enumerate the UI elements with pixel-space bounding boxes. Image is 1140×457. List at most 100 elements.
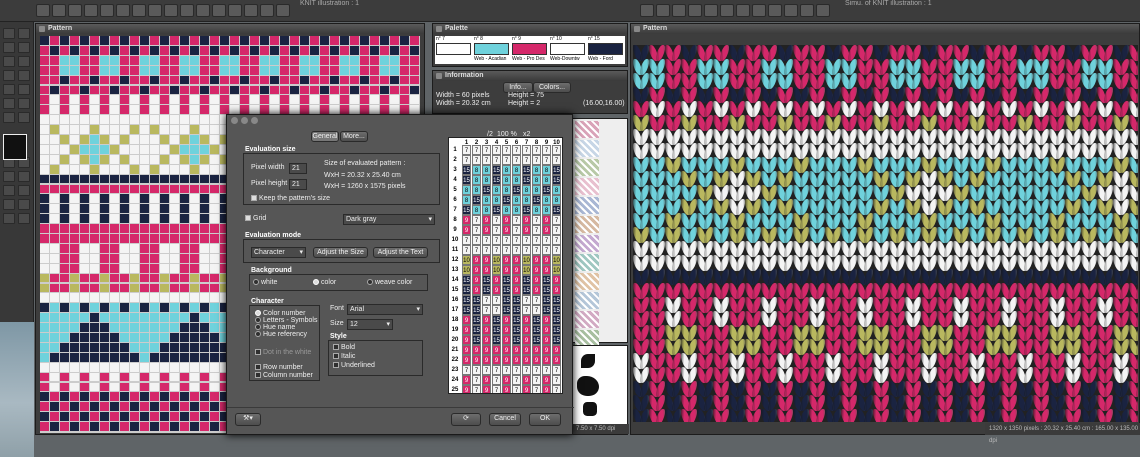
tab-more[interactable]: More... xyxy=(340,131,368,142)
pattern-cell[interactable] xyxy=(40,115,49,125)
pattern-cell[interactable] xyxy=(40,352,49,362)
mode-select[interactable]: Character ▾ xyxy=(251,247,306,258)
pattern-cell[interactable] xyxy=(320,45,329,55)
tool-icon[interactable] xyxy=(18,28,30,39)
pattern-cell[interactable] xyxy=(50,342,59,352)
pattern-cell[interactable] xyxy=(200,75,209,85)
pattern-cell[interactable] xyxy=(160,125,169,134)
pattern-cell[interactable] xyxy=(190,342,199,352)
tool-icon[interactable] xyxy=(18,199,30,210)
pattern-cell[interactable] xyxy=(50,352,59,362)
pattern-cell[interactable] xyxy=(100,135,109,144)
tool-icon[interactable] xyxy=(18,70,30,81)
pattern-cell[interactable] xyxy=(60,36,69,45)
pattern-cell[interactable] xyxy=(380,75,389,85)
pattern-cell[interactable] xyxy=(210,402,219,412)
pattern-cell[interactable] xyxy=(60,243,69,253)
pattern-cell[interactable] xyxy=(370,65,379,75)
pattern-cell[interactable] xyxy=(50,65,59,75)
pattern-cell[interactable] xyxy=(110,382,119,392)
pattern-cell[interactable] xyxy=(220,45,229,55)
tool-icon[interactable] xyxy=(3,70,15,81)
pattern-cell[interactable] xyxy=(220,105,229,115)
toolbar-button-icon[interactable] xyxy=(180,4,194,17)
pattern-cell[interactable] xyxy=(90,55,99,65)
pattern-cell[interactable] xyxy=(160,204,169,214)
pattern-cell[interactable] xyxy=(200,402,209,412)
pattern-cell[interactable] xyxy=(130,323,139,332)
pattern-cell[interactable] xyxy=(40,144,49,154)
pattern-cell[interactable] xyxy=(110,194,119,204)
pattern-cell[interactable] xyxy=(210,243,219,253)
pattern-cell[interactable] xyxy=(190,303,199,313)
pattern-cell[interactable] xyxy=(140,313,149,323)
pattern-cell[interactable] xyxy=(120,204,129,214)
grid-checkbox[interactable]: Grid xyxy=(245,215,266,222)
pattern-cell[interactable] xyxy=(130,243,139,253)
pattern-cell[interactable] xyxy=(140,283,149,293)
pattern-cell[interactable] xyxy=(70,234,79,243)
pattern-cell[interactable] xyxy=(120,342,129,352)
pattern-cell[interactable] xyxy=(200,85,209,95)
pattern-cell[interactable] xyxy=(250,65,259,75)
pattern-cell[interactable] xyxy=(360,45,369,55)
pattern-cell[interactable] xyxy=(160,214,169,224)
pattern-cell[interactable] xyxy=(190,293,199,303)
pattern-cell[interactable] xyxy=(410,45,419,55)
pattern-cell[interactable] xyxy=(130,184,139,194)
pattern-cell[interactable] xyxy=(50,422,59,431)
pattern-cell[interactable] xyxy=(180,333,189,342)
pattern-cell[interactable] xyxy=(140,194,149,204)
pattern-cell[interactable] xyxy=(40,36,49,45)
pattern-cell[interactable] xyxy=(120,194,129,204)
pattern-cell[interactable] xyxy=(130,115,139,125)
pattern-cell[interactable] xyxy=(200,36,209,45)
pattern-cell[interactable] xyxy=(40,303,49,313)
pattern-cell[interactable] xyxy=(150,95,159,105)
minimize-icon[interactable] xyxy=(241,117,248,124)
pattern-cell[interactable] xyxy=(80,234,89,243)
pattern-cell[interactable] xyxy=(150,154,159,164)
pattern-cell[interactable] xyxy=(50,402,59,412)
pattern-cell[interactable] xyxy=(140,85,149,95)
pattern-cell[interactable] xyxy=(160,85,169,95)
pattern-cell[interactable] xyxy=(250,105,259,115)
toolbar-button-icon[interactable] xyxy=(36,4,50,17)
pattern-cell[interactable] xyxy=(320,75,329,85)
pattern-cell[interactable] xyxy=(70,75,79,85)
pattern-cell[interactable] xyxy=(160,313,169,323)
pattern-cell[interactable] xyxy=(60,184,69,194)
pattern-cell[interactable] xyxy=(80,184,89,194)
blob-shape-icon[interactable] xyxy=(577,376,599,396)
pattern-cell[interactable] xyxy=(180,115,189,125)
pattern-cell[interactable] xyxy=(110,263,119,273)
pattern-cell[interactable] xyxy=(70,392,79,402)
pattern-cell[interactable] xyxy=(250,85,259,95)
pattern-cell[interactable] xyxy=(180,154,189,164)
pattern-cell[interactable] xyxy=(90,253,99,263)
pattern-cell[interactable] xyxy=(280,45,289,55)
pattern-cell[interactable] xyxy=(190,382,199,392)
pattern-cell[interactable] xyxy=(40,283,49,293)
pattern-cell[interactable] xyxy=(310,55,319,65)
pattern-cell[interactable] xyxy=(150,105,159,115)
pattern-cell[interactable] xyxy=(370,45,379,55)
pattern-cell[interactable] xyxy=(240,85,249,95)
pattern-cell[interactable] xyxy=(40,422,49,431)
pattern-cell[interactable] xyxy=(100,253,109,263)
pattern-cell[interactable] xyxy=(120,85,129,95)
pattern-cell[interactable] xyxy=(150,382,159,392)
pattern-cell[interactable] xyxy=(170,303,179,313)
pattern-cell[interactable] xyxy=(40,412,49,422)
pattern-cell[interactable] xyxy=(150,115,159,125)
pattern-cell[interactable] xyxy=(120,362,129,372)
toolbar-button-icon[interactable] xyxy=(116,4,130,17)
pattern-cell[interactable] xyxy=(160,263,169,273)
pattern-cell[interactable] xyxy=(90,144,99,154)
pattern-cell[interactable] xyxy=(210,174,219,184)
pattern-cell[interactable] xyxy=(180,224,189,233)
pattern-cell[interactable] xyxy=(90,234,99,243)
pattern-cell[interactable] xyxy=(350,55,359,65)
pattern-cell[interactable] xyxy=(70,382,79,392)
pattern-cell[interactable] xyxy=(260,65,269,75)
